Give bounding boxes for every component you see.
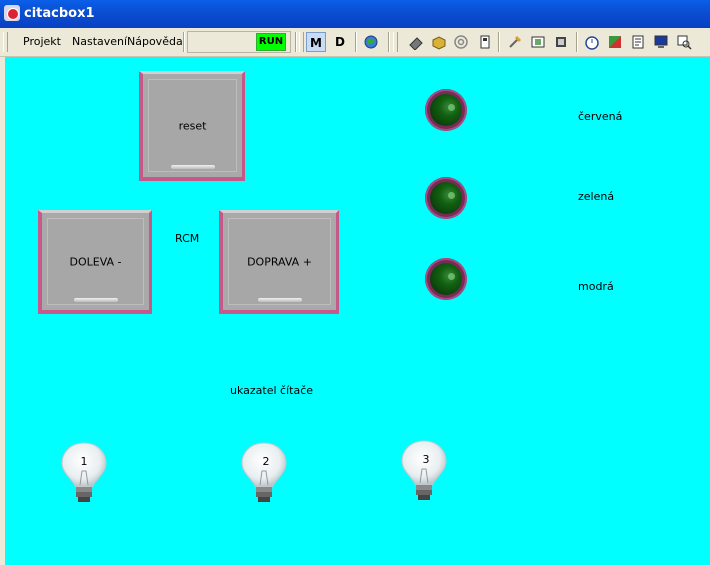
stopwatch-icon[interactable] [584, 34, 600, 50]
monitor-icon[interactable] [653, 34, 669, 50]
menu-nastaveni[interactable]: Nastavení [72, 35, 127, 48]
led-red-label: červená [578, 110, 623, 123]
toolbar: Projekt Nastavení Nápověda RUN M D [0, 28, 710, 57]
toolbar-separator [576, 32, 578, 52]
run-indicator[interactable]: RUN [256, 33, 286, 51]
bulb-2-label: 2 [263, 455, 270, 468]
workspace-canvas: reset DOLEVA - RCM DOPRAVA + červená zel… [5, 57, 710, 565]
lightbulb-icon: 2 [241, 442, 287, 502]
device-icon[interactable] [477, 34, 493, 50]
toolbar-grip[interactable] [299, 32, 304, 52]
target-icon[interactable] [453, 34, 469, 50]
rcm-label: RCM [175, 232, 200, 245]
toolbar-separator [498, 32, 500, 52]
right-plus-button[interactable]: DOPRAVA + [219, 210, 339, 314]
globe-icon[interactable] [363, 34, 379, 50]
led-red [425, 89, 467, 131]
menu-projekt[interactable]: Projekt [23, 35, 61, 48]
toolbar-separator [295, 32, 297, 52]
left-minus-label: DOLEVA - [69, 255, 122, 268]
toolbar-separator [388, 32, 390, 52]
led-green [425, 177, 467, 219]
menu-napoveda[interactable]: Nápověda [127, 35, 183, 48]
film-icon[interactable] [530, 34, 546, 50]
left-minus-button[interactable]: DOLEVA - [38, 210, 152, 314]
tools-icon[interactable] [507, 34, 523, 50]
led-blue [425, 258, 467, 300]
bulb-3-label: 3 [423, 453, 430, 466]
window-title: citacbox1 [24, 6, 95, 21]
bulb-1-label: 1 [81, 455, 88, 468]
counter-label: ukazatel čítače [230, 384, 314, 397]
title-bar: citacbox1 [0, 0, 710, 28]
box-icon[interactable] [431, 34, 447, 50]
document-icon[interactable] [630, 34, 646, 50]
right-plus-label: DOPRAVA + [247, 255, 312, 268]
mode-d-button[interactable]: D [330, 32, 350, 52]
toolbar-separator [355, 32, 357, 52]
eraser-icon[interactable] [408, 34, 424, 50]
reset-button[interactable]: reset [139, 71, 245, 181]
lightbulb-icon: 1 [61, 442, 107, 502]
toolbar-separator [183, 32, 185, 52]
toolbar-grip[interactable] [393, 32, 398, 52]
mode-m-button[interactable]: M [306, 32, 326, 52]
app-icon [4, 5, 20, 21]
run-status-box: RUN [187, 31, 291, 53]
led-green-label: zelená [578, 190, 615, 203]
search-window-icon[interactable] [676, 34, 692, 50]
lightbulb-icon: 3 [401, 440, 447, 500]
toolbar-grip[interactable] [3, 32, 8, 52]
led-blue-label: modrá [578, 280, 614, 293]
chip-icon[interactable] [553, 34, 569, 50]
chart-icon[interactable] [607, 34, 623, 50]
reset-button-label: reset [178, 119, 207, 132]
